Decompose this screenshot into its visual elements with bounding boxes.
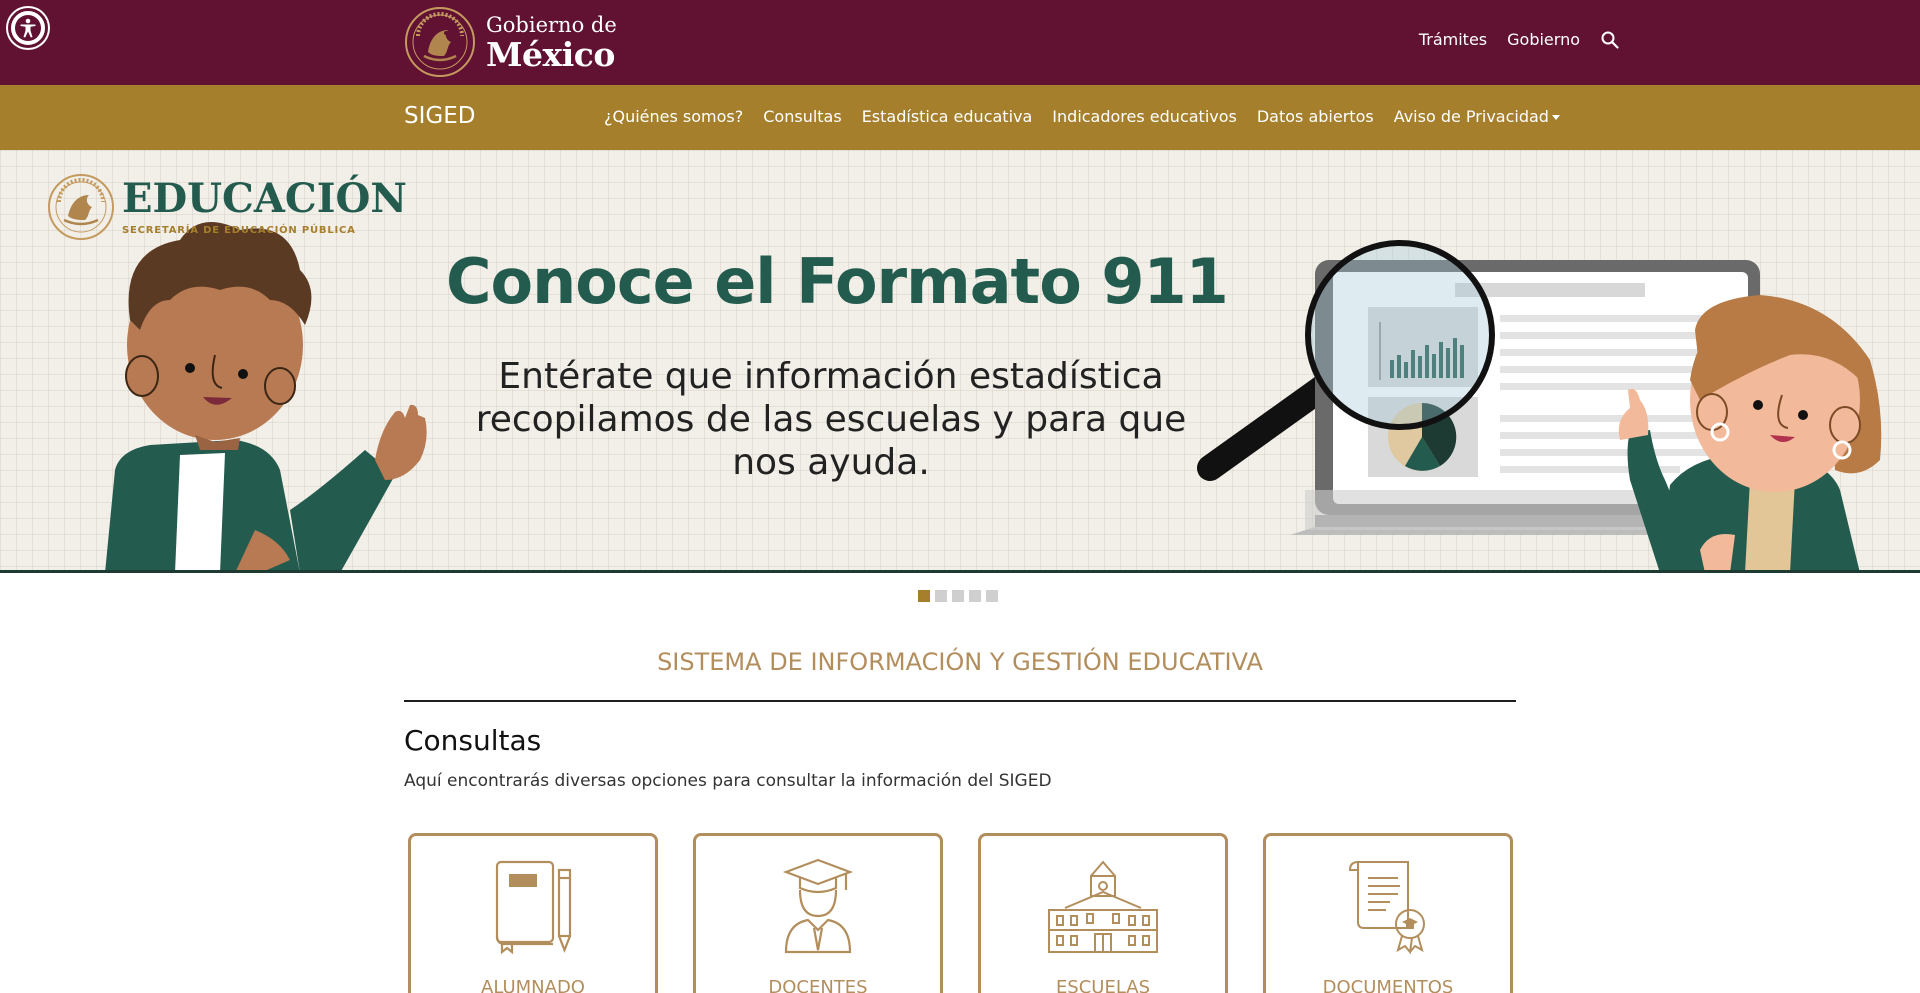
card-docentes[interactable]: DOCENTES <box>693 833 943 993</box>
aviso-privacidad-label: Aviso de Privacidad <box>1393 107 1549 126</box>
carousel-indicator-2[interactable] <box>935 590 947 602</box>
graduate-teacher-icon <box>782 858 854 954</box>
section-title: SISTEMA DE INFORMACIÓN Y GESTIÓN EDUCATI… <box>657 648 1263 676</box>
laptop-chart-icon <box>1290 260 1785 535</box>
siged-nav-menu: ¿Quiénes somos? Consultas Estadística ed… <box>604 107 1560 126</box>
nav-item-quienes-somos[interactable]: ¿Quiénes somos? <box>604 107 743 126</box>
school-building-icon <box>1048 860 1158 953</box>
logo-line1: Gobierno de <box>486 13 617 37</box>
consultas-description: Aquí encontrarás diversas opciones para … <box>404 771 1052 791</box>
magnifier-icon <box>1197 362 1353 481</box>
card-label-documentos: DOCUMENTOS <box>1322 977 1454 993</box>
logo-line2: México <box>486 35 615 74</box>
nav-item-consultas[interactable]: Consultas <box>763 107 841 126</box>
educacion-title: EDUCACIÓN <box>122 174 407 222</box>
carousel-indicator-5[interactable] <box>986 590 998 602</box>
hero-title: Conoce el Formato 911 <box>446 245 1229 318</box>
carousel-indicator-4[interactable] <box>969 590 981 602</box>
sep-seal-icon <box>48 174 114 240</box>
card-label-alumnado: ALUMNADO <box>481 977 585 993</box>
nav-item-indicadores-educativos[interactable]: Indicadores educativos <box>1052 107 1237 126</box>
card-label-docentes: DOCENTES <box>768 977 868 993</box>
section-divider <box>404 700 1516 702</box>
caret-down-icon <box>1551 115 1560 120</box>
gobierno-wordmark: Gobierno de México <box>486 13 617 74</box>
search-icon[interactable] <box>1600 30 1620 50</box>
card-label-escuelas: ESCUELAS <box>1055 977 1151 993</box>
carousel-indicator-3[interactable] <box>952 590 964 602</box>
nav-item-estadistica-educativa[interactable]: Estadística educativa <box>862 107 1033 126</box>
nav-item-datos-abiertos[interactable]: Datos abiertos <box>1257 107 1374 126</box>
hero-carousel-slide[interactable]: EDUCACIÓN SECRETARÍA DE EDUCACIÓN PÚBLIC… <box>0 150 1920 573</box>
government-header: Gobierno de México Trámites Gobierno <box>0 0 1920 85</box>
certificate-document-icon <box>1348 861 1425 954</box>
government-links: Trámites Gobierno <box>1419 28 1620 50</box>
card-alumnado[interactable]: ALUMNADO <box>408 833 658 993</box>
siged-navbar: SIGED ¿Quiénes somos? Consultas Estadíst… <box>0 85 1920 150</box>
accessibility-button[interactable] <box>8 8 48 48</box>
card-documentos[interactable]: DOCUMENTOS <box>1263 833 1513 993</box>
siged-brand[interactable]: SIGED <box>404 103 475 129</box>
gobierno-link[interactable]: Gobierno <box>1507 30 1580 49</box>
national-seal-icon <box>405 7 475 77</box>
tramites-link[interactable]: Trámites <box>1419 30 1487 49</box>
accessibility-icon <box>15 15 41 41</box>
gobierno-de-mexico-logo[interactable]: Gobierno de México <box>404 6 617 78</box>
carousel-indicator-1[interactable] <box>918 590 930 602</box>
educacion-sep-logo: EDUCACIÓN SECRETARÍA DE EDUCACIÓN PÚBLIC… <box>46 172 407 242</box>
hero-subtitle: Entérate que información estadística rec… <box>475 356 1187 483</box>
card-escuelas[interactable]: ESCUELAS <box>978 833 1228 993</box>
notebook-pencil-icon <box>495 860 572 954</box>
nav-item-aviso-privacidad[interactable]: Aviso de Privacidad <box>1394 107 1560 126</box>
carousel-indicators <box>918 590 998 602</box>
sep-subtitle: SECRETARÍA DE EDUCACIÓN PÚBLICA <box>122 224 356 236</box>
girl-character-icon <box>1618 295 1882 570</box>
consultas-heading: Consultas <box>404 724 542 757</box>
boy-character-icon <box>105 222 427 570</box>
